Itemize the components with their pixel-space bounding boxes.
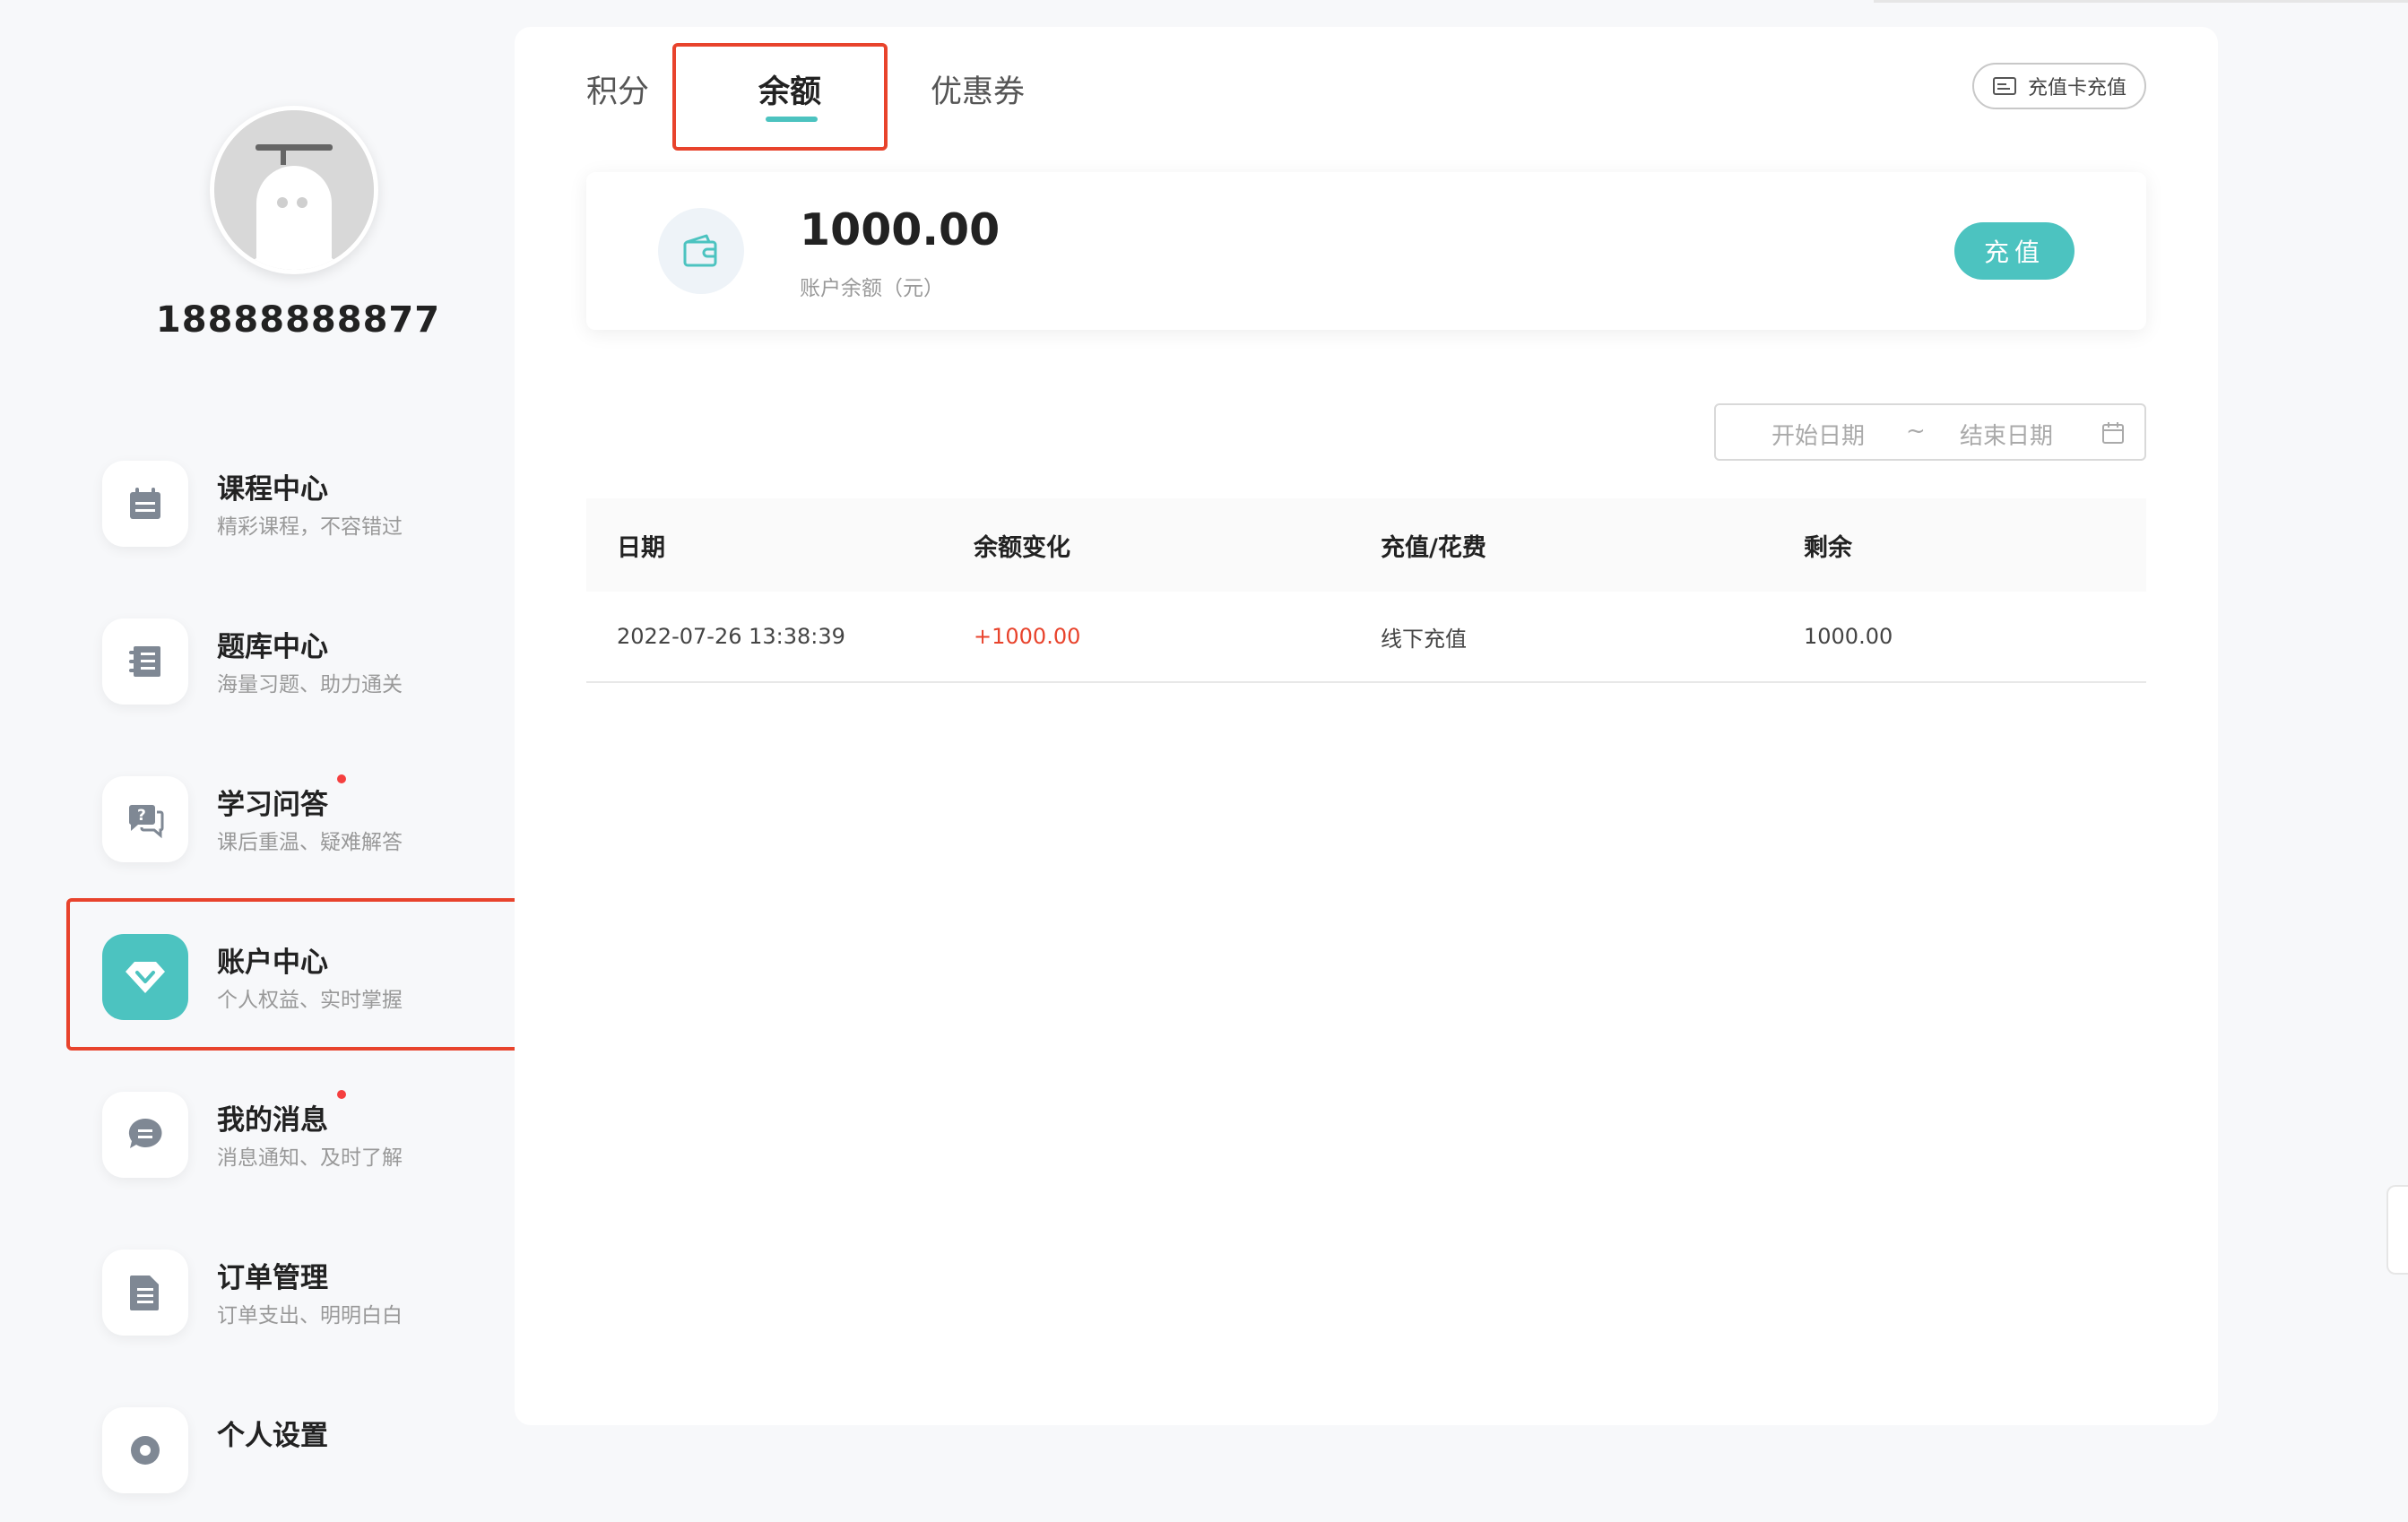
sidebar-item-subtitle: 消息通知、及时了解 [217,1146,403,1170]
calendar-icon [130,488,160,519]
diamond-icon [126,962,165,993]
balance-card: 1000.00 账户余额（元） 充值 [586,172,2146,330]
sidebar-item-course[interactable]: 课程中心 精彩课程，不容错过 [66,423,586,575]
settings-icon [131,1436,160,1465]
row-remaining: 1000.00 [1804,624,1893,649]
sidebar-item-subtitle: 课后重温、疑难解答 [217,831,403,854]
avatar[interactable] [210,106,378,274]
unread-dot [337,774,346,783]
main-panel: 积分 余额 优惠券 充值卡充值 1000.00 账户余额（元） 充值 开始日期 … [515,27,2218,1425]
header-type: 充值/花费 [1381,533,1486,562]
sidebar-item-settings[interactable]: 个人设置 [66,1370,586,1522]
active-tab-indicator [766,117,818,122]
header-remaining: 剩余 [1804,533,1852,562]
balance-amount: 1000.00 [800,204,1000,255]
table-row: 2022-07-26 13:38:39 +1000.00 线下充值 1000.0… [586,592,2146,683]
sidebar-item-title: 账户中心 [217,947,328,979]
user-phone: 18888888877 [155,299,441,341]
sidebar-item-title: 学习问答 [217,774,346,822]
header-change: 余额变化 [974,533,1070,562]
message-icon [128,1118,162,1148]
tab-balance[interactable]: 余额 [758,66,821,112]
question-chat-icon: ? [128,805,164,839]
start-date-input[interactable]: 开始日期 [1771,418,1865,451]
calendar-icon[interactable] [2101,421,2125,445]
header-date: 日期 [617,533,665,562]
notebook-icon [129,646,160,677]
sidebar-item-title: 题库中心 [217,631,328,663]
balance-history-table: 日期 余额变化 充值/花费 剩余 2022-07-26 13:38:39 +10… [586,498,2146,683]
sidebar-item-subtitle: 精彩课程，不容错过 [217,515,403,539]
default-avatar-icon [214,110,374,270]
row-change: +1000.00 [974,624,1081,649]
card-recharge-label: 充值卡充值 [2027,77,2126,99]
sidebar-item-subtitle: 订单支出、明明白白 [217,1304,403,1327]
wallet-icon [683,234,717,267]
sidebar-item-messages[interactable]: 我的消息 消息通知、及时了解 [66,1054,586,1206]
card-recharge-button[interactable]: 充值卡充值 [1971,63,2146,109]
card-icon [1992,77,2016,95]
sidebar: 18888888877 课程中心 精彩课程，不容错过 题库中心 海量习题、助力通… [0,0,597,1493]
unread-dot [337,1090,346,1099]
row-type: 线下充值 [1381,626,1467,652]
end-date-input[interactable]: 结束日期 [1960,418,2053,451]
sidebar-item-account[interactable]: 账户中心 个人权益、实时掌握 [66,896,586,1049]
sidebar-item-orders[interactable]: 订单管理 订单支出、明明白白 [66,1212,586,1364]
sidebar-item-title: 课程中心 [217,473,328,506]
sidebar-item-title: 订单管理 [217,1262,328,1294]
sidebar-item-title: 个人设置 [217,1420,328,1452]
sidebar-item-title: 我的消息 [217,1090,346,1137]
recharge-button[interactable]: 充值 [1954,222,2075,280]
date-range-picker[interactable]: 开始日期 ~ 结束日期 [1714,403,2146,461]
tab-coupons[interactable]: 优惠券 [931,66,1025,112]
row-date: 2022-07-26 13:38:39 [617,624,845,649]
document-icon [130,1276,159,1310]
sidebar-item-subtitle: 个人权益、实时掌握 [217,989,403,1012]
sidebar-item-question-bank[interactable]: 题库中心 海量习题、助力通关 [66,581,586,733]
tab-points[interactable]: 积分 [586,66,649,112]
svg-text:?: ? [137,807,146,825]
table-header: 日期 余额变化 充值/花费 剩余 [586,498,2146,592]
sidebar-item-qa[interactable]: ? 学习问答 课后重温、疑难解答 [66,739,586,891]
balance-label: 账户余额（元） [800,277,944,300]
sidebar-item-subtitle: 海量习题、助力通关 [217,673,403,696]
date-separator: ~ [1906,418,1926,445]
floating-side-tab[interactable] [2386,1185,2408,1275]
top-edge-divider [1874,0,2408,3]
